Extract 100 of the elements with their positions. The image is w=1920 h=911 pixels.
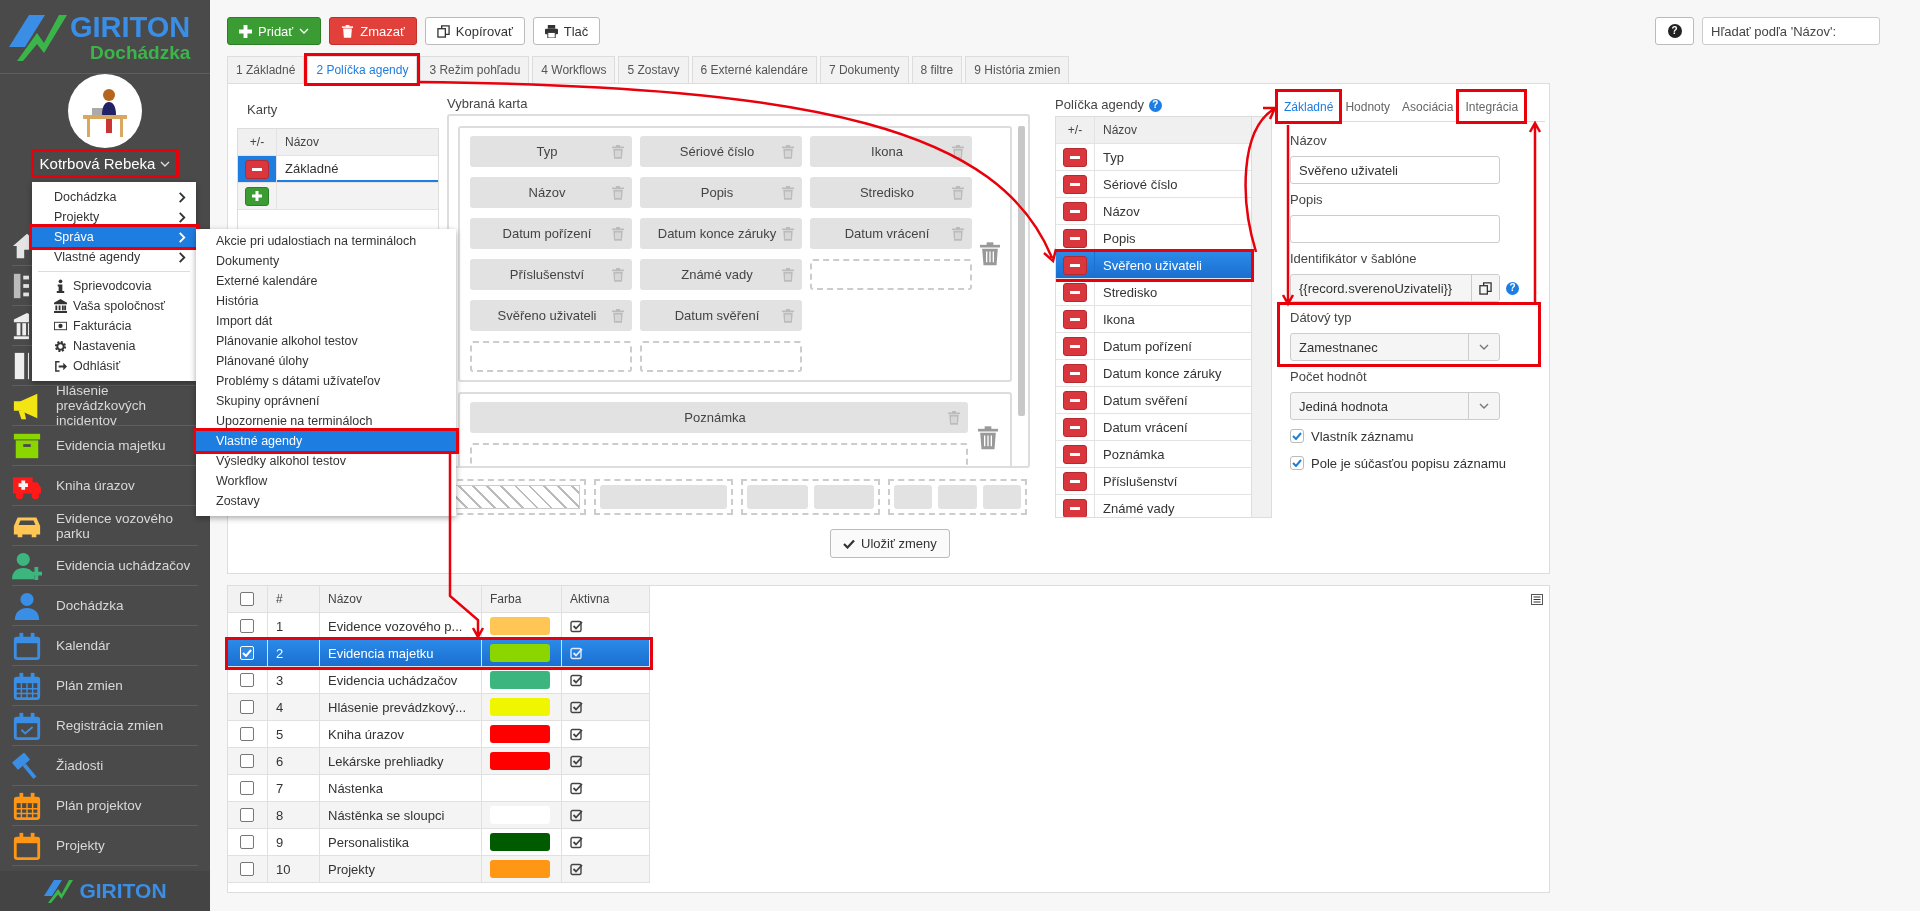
delete-button[interactable]: Zmazať (329, 17, 417, 45)
remove-button[interactable] (1063, 201, 1087, 221)
menu-item[interactable]: Nastavenia (32, 336, 196, 356)
table-row[interactable]: 2 Evidencia majetku (228, 640, 650, 667)
remove-button[interactable] (1063, 417, 1087, 437)
menu-item[interactable]: Plánované úlohy (196, 351, 456, 371)
tab[interactable]: 2 Políčka agendy (307, 56, 418, 83)
field-chip[interactable]: Stredisko (810, 177, 972, 208)
field-chip[interactable]: Ikona (810, 136, 972, 167)
tab[interactable]: 5 Zostavy (618, 56, 689, 83)
tab[interactable]: Základné (1278, 92, 1340, 121)
add-button[interactable] (245, 186, 269, 206)
user-menu-button[interactable]: Kotrbová Rebeka (33, 152, 177, 175)
field-chip[interactable]: Známé vady (640, 259, 802, 290)
menu-item[interactable]: Sprievodcovia (32, 276, 196, 296)
checkbox[interactable] (240, 808, 254, 822)
tab[interactable]: Asociácia (1396, 92, 1460, 121)
nav-item[interactable]: Žiadosti (12, 746, 198, 786)
nav-item[interactable]: Kalendár (12, 626, 198, 666)
remove-button[interactable] (1063, 471, 1087, 491)
copy-button[interactable]: Kopírovať (424, 17, 525, 45)
print-button[interactable]: Tlač (532, 17, 601, 45)
field-row[interactable]: Typ (1056, 144, 1251, 171)
remove-button[interactable] (1063, 336, 1087, 356)
field-row[interactable]: Známé vady (1056, 495, 1251, 517)
save-button[interactable]: Uložiť zmeny (830, 529, 950, 558)
help-icon[interactable]: ? (1148, 98, 1162, 112)
field-chip[interactable]: Datum konce záruky (640, 218, 802, 249)
add-button[interactable]: Pridať (227, 17, 322, 45)
menu-item[interactable]: Dokumenty (196, 251, 456, 271)
field-row[interactable]: Poznámka (1056, 441, 1251, 468)
checkbox[interactable] (240, 727, 254, 741)
nav-item[interactable]: Plán projektov (12, 786, 198, 826)
field-row[interactable]: Datum pořízení (1056, 333, 1251, 360)
menu-item[interactable]: Vlastné agendy (32, 247, 196, 267)
remove-button[interactable] (1063, 390, 1087, 410)
menu-item[interactable]: Správa (32, 227, 196, 247)
menu-item[interactable]: Upozornenie na termináloch (196, 411, 456, 431)
remove-button[interactable] (1063, 255, 1087, 275)
remove-button[interactable] (1063, 228, 1087, 248)
table-row[interactable]: 10 Projekty (228, 856, 650, 883)
dropdown[interactable]: Jediná hodnota (1290, 392, 1500, 420)
table-row[interactable]: 6 Lekárske prehliadky (228, 748, 650, 775)
menu-item[interactable]: Vaša spoločnosť (32, 296, 196, 316)
checkbox[interactable] (240, 754, 254, 768)
menu-item[interactable]: Workflow (196, 471, 456, 491)
table-row[interactable]: 4 Hlásenie prevádzkový... (228, 694, 650, 721)
trash-icon[interactable] (978, 426, 998, 450)
tab[interactable]: Hodnoty (1339, 92, 1397, 121)
field-chip[interactable]: Typ (470, 136, 632, 167)
tab[interactable]: Integrácia (1459, 92, 1525, 121)
nav-item[interactable]: Dochádzka (12, 586, 198, 626)
nav-item[interactable]: Evidence vozového parku (12, 506, 198, 546)
help-button[interactable]: ? (1655, 17, 1694, 45)
remove-button[interactable] (1063, 309, 1087, 329)
tab[interactable]: 4 Workflows (532, 56, 616, 83)
tab[interactable]: 8 filtre (911, 56, 963, 83)
field-chip[interactable]: Sériové číslo (640, 136, 802, 167)
checkbox[interactable] (240, 592, 254, 606)
nav-item[interactable]: Projekty (12, 826, 198, 866)
field-chip[interactable]: Datum vrácení (810, 218, 972, 249)
menu-item[interactable]: Import dát (196, 311, 456, 331)
remove-button[interactable] (1063, 147, 1087, 167)
field-row[interactable]: Sériové číslo (1056, 171, 1251, 198)
checkbox[interactable] (240, 862, 254, 876)
template-id-field[interactable]: {{record.sverenoUzivateli}} (1290, 274, 1500, 302)
checkbox[interactable] (1290, 429, 1304, 443)
checkbox[interactable] (240, 781, 254, 795)
dropdown[interactable]: Zamestnanec (1290, 333, 1500, 361)
menu-item[interactable]: Dochádzka (32, 187, 196, 207)
copy-button[interactable] (1471, 275, 1499, 301)
nav-item[interactable]: Plán zmien (12, 666, 198, 706)
field-chip[interactable]: Svěřeno uživateli (470, 300, 632, 331)
menu-item[interactable]: Vlastné agendy (196, 431, 456, 451)
trash-icon[interactable] (980, 242, 1000, 266)
remove-button[interactable] (1063, 444, 1087, 464)
field-row[interactable]: Příslušenství (1056, 468, 1251, 495)
field-row[interactable]: Svěřeno uživateli (1056, 252, 1251, 279)
menu-item[interactable]: Akcie pri udalostiach na termináloch (196, 231, 456, 251)
remove-button[interactable] (1063, 498, 1087, 517)
text-field[interactable] (1290, 215, 1500, 243)
field-chip[interactable]: Příslušenství (470, 259, 632, 290)
tab[interactable]: 6 Externé kalendáre (691, 56, 817, 83)
nav-item[interactable]: Registrácia zmien (12, 706, 198, 746)
field-chip[interactable]: Názov (470, 177, 632, 208)
nav-item[interactable]: Evidencia uchádzačov (12, 546, 198, 586)
menu-item[interactable]: História (196, 291, 456, 311)
field-row[interactable]: Stredisko (1056, 279, 1251, 306)
field-chip[interactable]: Popis (640, 177, 802, 208)
tab[interactable]: 3 Režim pohľadu (420, 56, 530, 83)
checkbox[interactable] (240, 673, 254, 687)
remove-button[interactable] (1063, 282, 1087, 302)
field-chip[interactable]: Poznámka (470, 402, 968, 433)
trash-icon[interactable] (952, 144, 964, 159)
menu-item[interactable]: Problémy s dátami užívateľov (196, 371, 456, 391)
menu-item[interactable]: Fakturácia (32, 316, 196, 336)
help-icon[interactable]: ? (1506, 281, 1519, 295)
menu-item[interactable]: Zostavy (196, 491, 456, 511)
menu-item[interactable]: Externé kalendáre (196, 271, 456, 291)
field-row[interactable]: Datum vrácení (1056, 414, 1251, 441)
